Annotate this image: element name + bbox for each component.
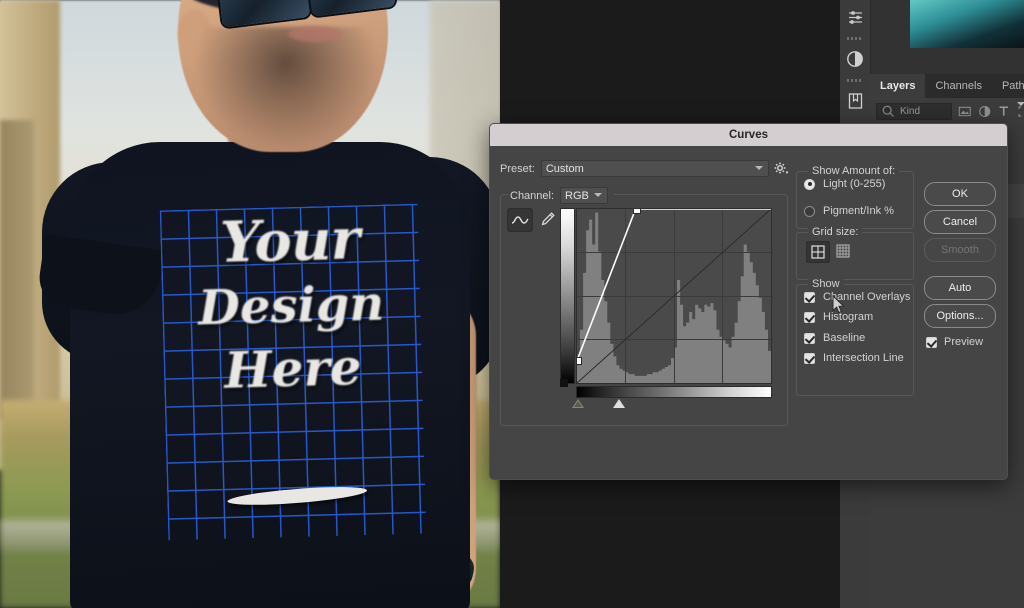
curves-dialog[interactable]: Curves Preset: Custom Channel: RGB Show … (489, 123, 1008, 480)
design-line-3: Here (223, 337, 363, 400)
output-gradient-ramp (560, 208, 575, 384)
intersection-line-checkbox[interactable] (804, 352, 815, 364)
shape-filter-icon[interactable] (1017, 104, 1024, 119)
shirt-design-artwork: Your Design Here (159, 203, 427, 541)
lips (288, 26, 342, 42)
smooth-button-label: Smooth (941, 244, 979, 256)
preview-row[interactable]: Preview (926, 336, 983, 348)
preset-row: Preset: Custom (500, 160, 780, 177)
preview-checkbox[interactable] (926, 336, 937, 348)
show-title: Show (808, 278, 844, 290)
intersection-line-label: Intersection Line (823, 352, 904, 364)
tshirt-mockup-photo: Your Design Here (0, 0, 500, 608)
baseline-checkbox[interactable] (804, 332, 815, 344)
curve-tool-icon[interactable] (507, 208, 533, 232)
auto-button[interactable]: Auto (924, 276, 996, 300)
options-button[interactable]: Options... (924, 304, 996, 328)
curve-control-point-shadow[interactable] (577, 357, 582, 366)
radio-light-button[interactable] (804, 178, 815, 190)
ok-button[interactable]: OK (924, 182, 996, 206)
channel-row: Channel: RGB (510, 187, 609, 204)
dialog-body: Preset: Custom Channel: RGB Show Amount … (490, 146, 1007, 479)
curve-control-point-highlight[interactable] (632, 209, 641, 214)
curve-graph[interactable] (576, 208, 772, 384)
histogram-label: Histogram (823, 311, 874, 323)
library-icon[interactable] (840, 84, 870, 118)
type-filter-icon[interactable] (997, 104, 1010, 119)
preview-label: Preview (944, 336, 984, 348)
chevron-down-icon (754, 166, 763, 170)
dialog-title: Curves (729, 129, 768, 141)
image-filter-icon[interactable] (958, 104, 971, 119)
rail-divider-1 (840, 34, 870, 42)
smooth-button: Smooth (924, 238, 996, 262)
cancel-button[interactable]: Cancel (924, 210, 996, 234)
radio-pigment[interactable]: Pigment/Ink % (804, 205, 894, 217)
tone-curve-line (577, 209, 771, 361)
document-canvas[interactable]: Your Design Here (0, 0, 500, 608)
input-gradient-ramp (576, 386, 772, 398)
gear-icon[interactable] (773, 160, 789, 176)
channel-label: Channel: (510, 189, 555, 202)
options-button-label: Options... (936, 310, 984, 322)
channel-value: RGB (565, 189, 589, 202)
layer-filter-kind-label: Kind (900, 105, 921, 117)
checkbox-channel-overlays[interactable]: Channel Overlays (804, 291, 910, 303)
radio-pigment-button[interactable] (804, 205, 815, 217)
pencil-tool-icon[interactable] (536, 208, 560, 230)
half-circle-adjustment-icon[interactable] (840, 42, 870, 76)
preset-label: Preset: (500, 162, 535, 175)
ok-button-label: OK (952, 188, 968, 200)
auto-button-label: Auto (948, 282, 972, 294)
tab-channels[interactable]: Channels (925, 74, 991, 98)
cancel-button-label: Cancel (942, 216, 978, 228)
histogram-checkbox[interactable] (804, 311, 815, 323)
rail-divider-2 (840, 76, 870, 84)
layer-filter-kind-select[interactable]: Kind (876, 102, 1024, 120)
radio-light-label: Light (0-255) (823, 178, 886, 190)
black-point-slider[interactable] (572, 399, 584, 408)
radio-light[interactable]: Light (0-255) (804, 178, 885, 190)
midpoint-slider[interactable] (613, 399, 625, 408)
adjustment-filter-icon[interactable] (978, 104, 991, 119)
background-building-left-dark (0, 120, 34, 420)
panel-tab-bar[interactable]: Layers Channels Paths (870, 74, 1024, 98)
design-line-1: Your (219, 206, 360, 276)
checkbox-intersection-line[interactable]: Intersection Line (804, 352, 904, 364)
mouse-cursor-icon (832, 295, 845, 314)
baseline-label: Baseline (823, 332, 866, 344)
channel-overlays-checkbox[interactable] (804, 291, 815, 303)
search-icon (882, 105, 895, 117)
show-amount-title: Show Amount of: (808, 165, 900, 177)
grid-size-title: Grid size: (808, 226, 863, 238)
model-person: Your Design Here (35, 0, 500, 608)
fine-grid-icon[interactable] (832, 241, 854, 261)
preset-value: Custom (545, 162, 584, 175)
preset-select[interactable]: Custom (540, 160, 769, 177)
tab-layers[interactable]: Layers (870, 74, 926, 98)
design-line-2: Design (197, 275, 385, 337)
dialog-title-bar[interactable]: Curves (490, 124, 1007, 146)
coarse-grid-icon[interactable] (806, 241, 830, 263)
properties-gradient-thumbnail (910, 0, 1024, 48)
adjustments-sliders-icon[interactable] (840, 0, 870, 34)
layer-filter-row[interactable]: Kind (870, 98, 1024, 124)
radio-pigment-label: Pigment/Ink % (823, 205, 894, 217)
output-ramp-nub (560, 379, 568, 387)
photoshop-window: Your Design Here Layers Channels Path Ki… (0, 0, 1024, 608)
tab-paths[interactable]: Paths (992, 74, 1024, 98)
checkbox-baseline[interactable]: Baseline (804, 332, 865, 344)
channel-select[interactable]: RGB (560, 187, 609, 204)
chevron-down-icon (594, 193, 603, 197)
